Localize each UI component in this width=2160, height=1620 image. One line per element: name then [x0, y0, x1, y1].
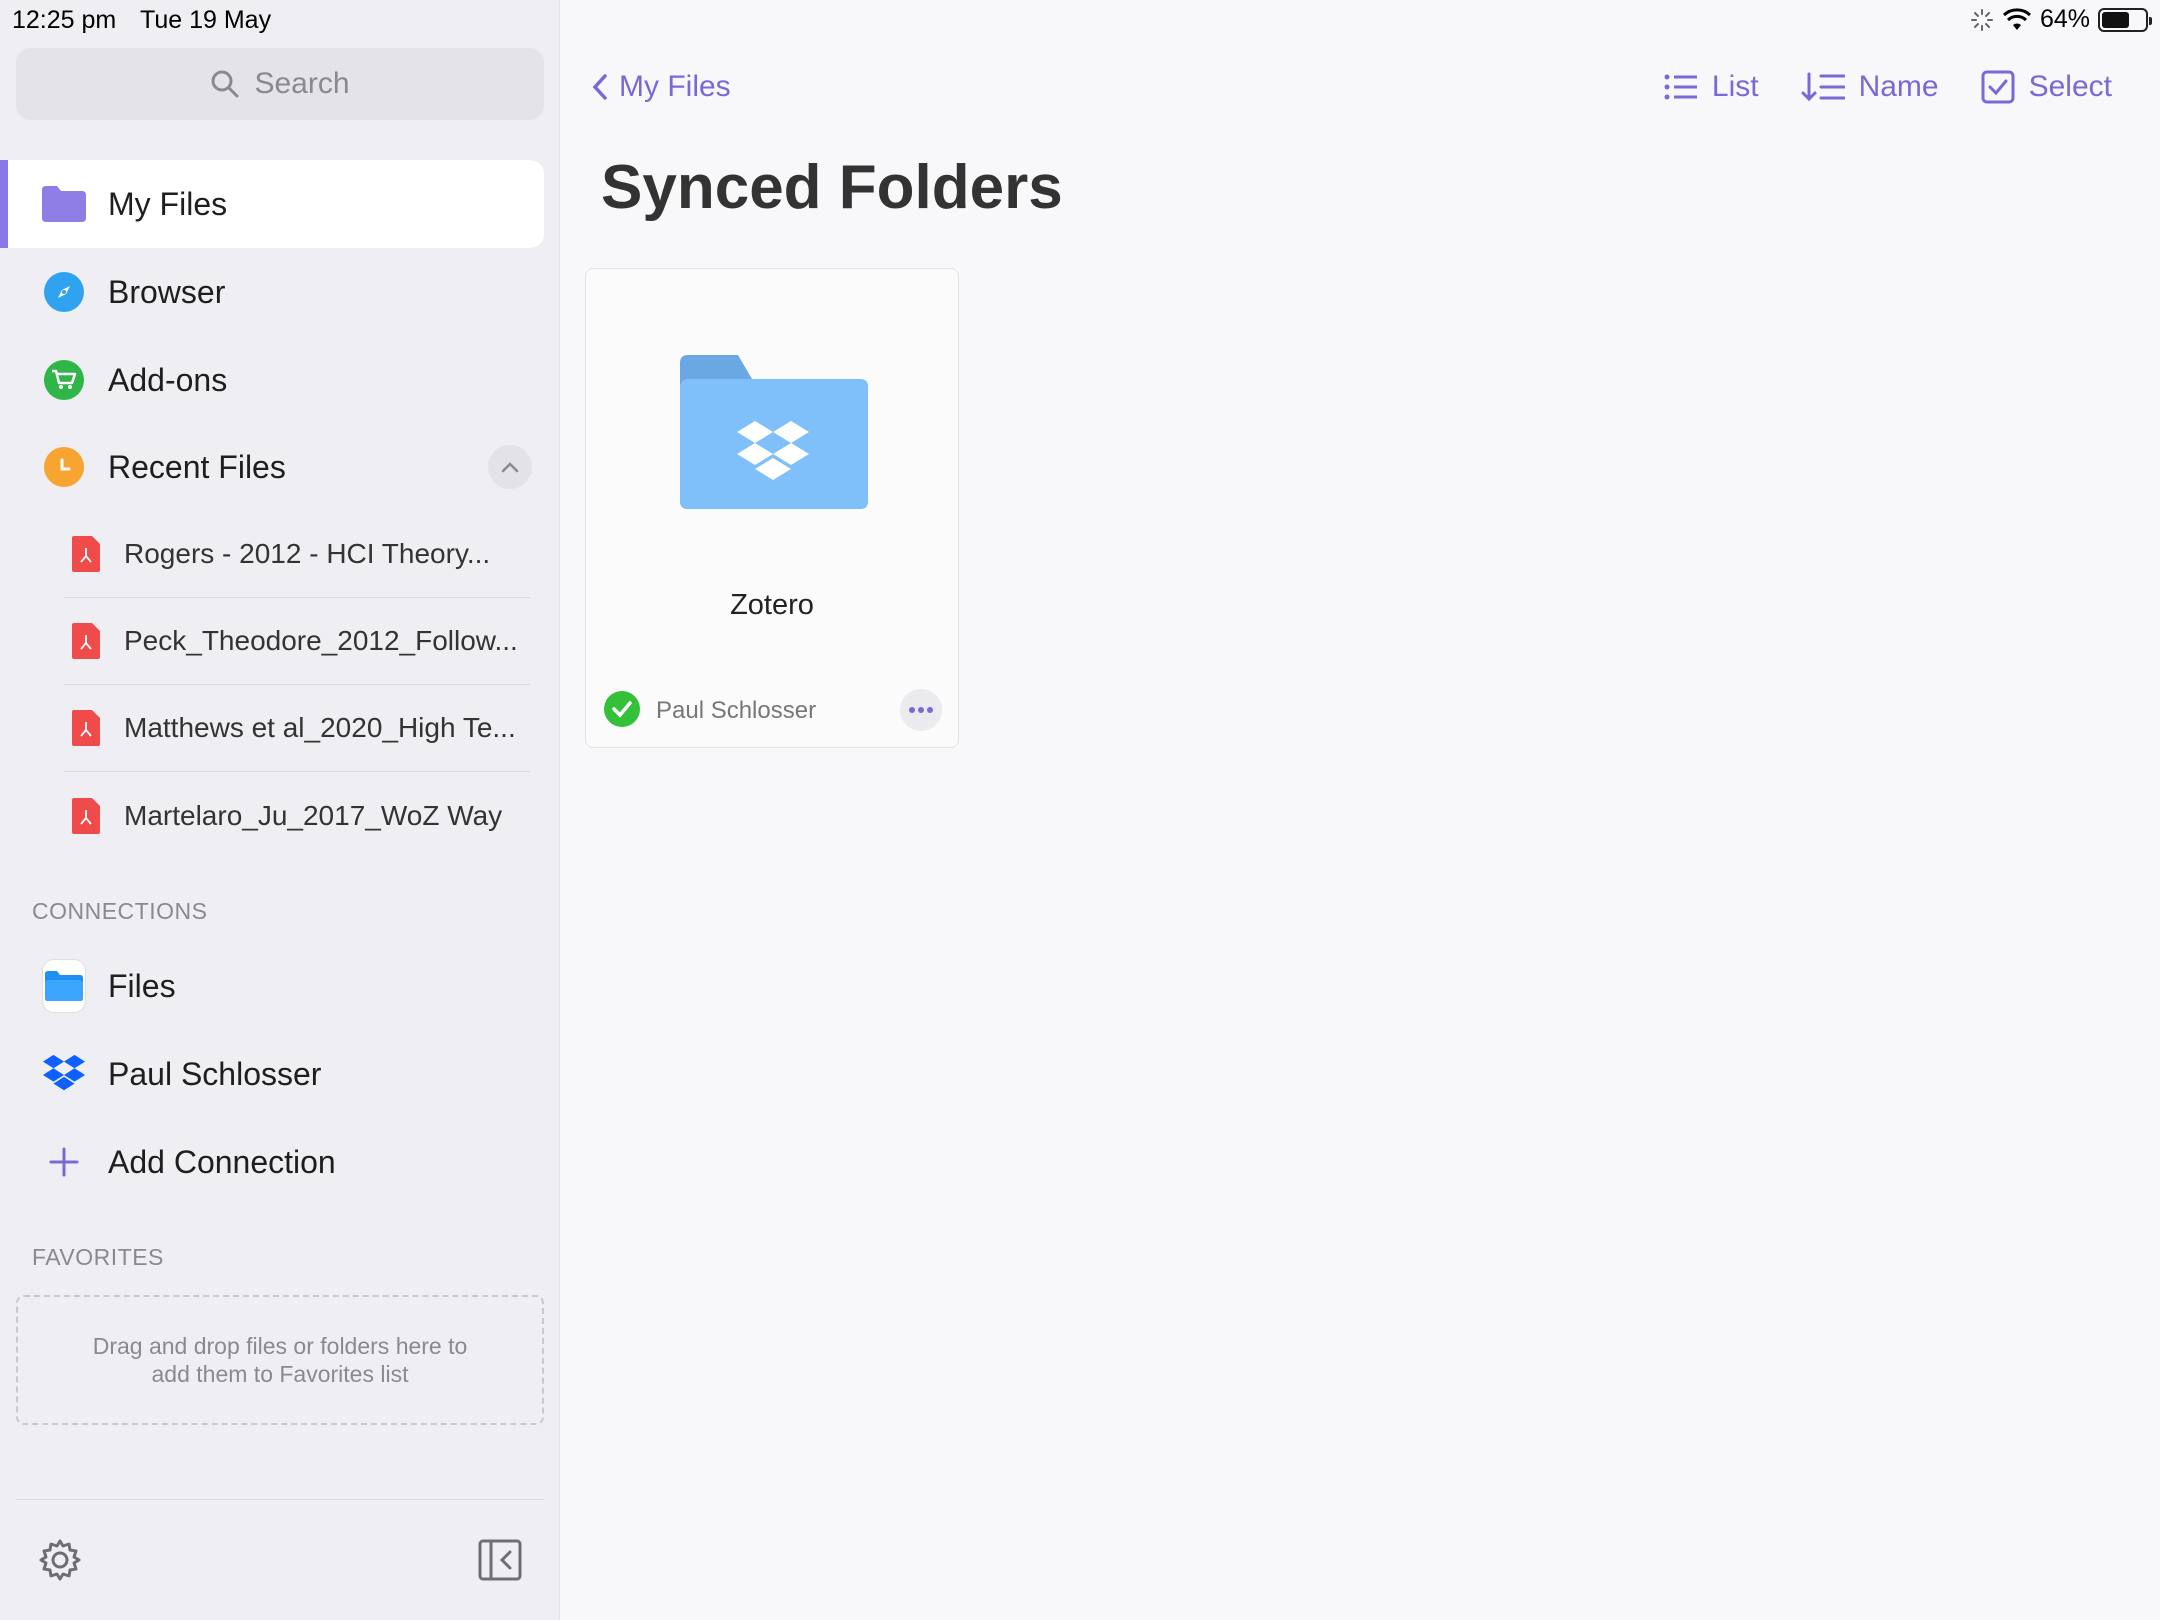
- sidebar-item-label: Recent Files: [108, 448, 286, 485]
- favorites-header: FAVORITES: [32, 1244, 164, 1270]
- pdf-file-icon: [72, 536, 100, 572]
- checkbox-icon: [1981, 70, 2015, 104]
- add-connection-label: Add Connection: [108, 1143, 336, 1180]
- connection-item-files[interactable]: Files: [0, 942, 544, 1030]
- connection-item-dropbox[interactable]: Paul Schlosser: [0, 1030, 544, 1118]
- search-field[interactable]: Search: [16, 48, 544, 120]
- sort-label: Name: [1858, 70, 1939, 103]
- folder-owner: Paul Schlosser: [656, 697, 817, 724]
- connection-label: Files: [108, 967, 176, 1004]
- folder-name: Zotero: [730, 589, 814, 621]
- recent-file-item[interactable]: Peck_Theodore_2012_Follow...: [64, 598, 530, 685]
- folder-card[interactable]: Zotero Paul Schlosser: [585, 268, 959, 748]
- battery-icon: [2098, 7, 2152, 32]
- favorites-hint: Drag and drop files or folders here to a…: [92, 1333, 468, 1387]
- recent-file-name: Matthews et al_2020_High Te...: [124, 712, 516, 743]
- sidebar-item-label: Add-ons: [108, 361, 228, 398]
- sort-button[interactable]: Name: [1801, 70, 1939, 104]
- clock-icon: [42, 445, 86, 489]
- sidebar-divider: [16, 1499, 544, 1500]
- back-button[interactable]: My Files: [591, 70, 731, 104]
- more-options-button[interactable]: [900, 689, 942, 731]
- battery-percentage: 64%: [2039, 5, 2090, 33]
- pdf-file-icon: [72, 623, 100, 659]
- files-app-icon: [42, 959, 86, 1013]
- recent-file-item[interactable]: Matthews et al_2020_High Te...: [64, 685, 530, 772]
- dropbox-icon: [42, 1052, 86, 1096]
- settings-gear-icon[interactable]: [38, 1538, 82, 1582]
- search-icon: [211, 70, 239, 98]
- favorites-drop-zone[interactable]: Drag and drop files or folders here to a…: [16, 1295, 544, 1425]
- status-time: 12:25 pm: [12, 6, 117, 34]
- status-date: Tue 19 May: [140, 6, 272, 34]
- collapse-recent-button[interactable]: [488, 445, 532, 489]
- sidebar-item-browser[interactable]: Browser: [0, 248, 544, 336]
- list-label: List: [1711, 70, 1759, 103]
- chevron-up-icon: [501, 462, 519, 473]
- main-content: My Files List Name Select Synced Folders…: [561, 0, 2160, 1620]
- folder-icon: [42, 182, 86, 226]
- status-bar: 12:25 pm Tue 19 May 64%: [0, 0, 2160, 40]
- pdf-file-icon: [72, 710, 100, 746]
- dropbox-folder-icon: [680, 355, 868, 509]
- recent-file-name: Martelaro_Ju_2017_WoZ Way: [124, 799, 503, 831]
- add-connection-button[interactable]: Add Connection: [0, 1118, 544, 1206]
- recent-file-name: Peck_Theodore_2012_Follow...: [124, 625, 518, 656]
- plus-icon: [42, 1140, 86, 1184]
- search-placeholder: Search: [254, 67, 350, 100]
- toolbar: List Name Select: [1664, 70, 2112, 104]
- sidebar-item-label: My Files: [108, 185, 228, 222]
- sidebar-item-recent-files[interactable]: Recent Files: [0, 423, 544, 511]
- recent-file-name: Rogers - 2012 - HCI Theory...: [124, 538, 491, 569]
- list-icon: [1664, 74, 1697, 100]
- sidebar-item-label: Browser: [108, 273, 226, 310]
- chevron-left-icon: [592, 74, 607, 100]
- status-indicators: 64%: [1970, 5, 2152, 34]
- pdf-file-icon: [72, 797, 100, 834]
- connections-header: CONNECTIONS: [32, 898, 208, 924]
- compass-icon: [42, 270, 86, 314]
- back-label: My Files: [619, 70, 731, 103]
- recent-file-item[interactable]: Rogers - 2012 - HCI Theory...: [64, 511, 530, 598]
- sort-icon: [1801, 72, 1845, 102]
- cart-icon: [42, 358, 86, 402]
- sidebar-item-add-ons[interactable]: Add-ons: [0, 336, 544, 424]
- collapse-sidebar-icon[interactable]: [478, 1538, 522, 1582]
- ellipsis-icon: [909, 707, 933, 713]
- recent-file-item[interactable]: Martelaro_Ju_2017_WoZ Way: [64, 772, 530, 859]
- select-button[interactable]: Select: [1981, 70, 2112, 104]
- select-label: Select: [2028, 70, 2112, 103]
- view-list-button[interactable]: List: [1664, 70, 1759, 104]
- activity-spinner-icon: [1970, 8, 1993, 31]
- sidebar: Search My Files Browser Add-ons Recent F…: [0, 0, 560, 1620]
- wifi-icon: [2002, 7, 2031, 30]
- sidebar-item-my-files[interactable]: My Files: [0, 160, 544, 248]
- page-title: Synced Folders: [601, 153, 1063, 222]
- synced-check-icon: [604, 691, 640, 727]
- connection-label: Paul Schlosser: [108, 1055, 322, 1092]
